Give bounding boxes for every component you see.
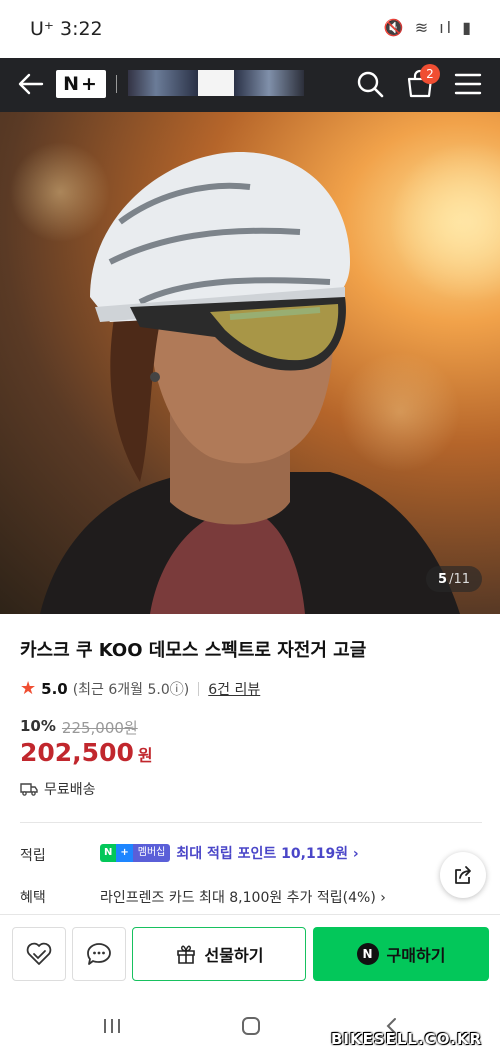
benefit-label: 혜택 [20,890,46,906]
review-link[interactable]: 6건 리뷰 [208,679,260,699]
rating-detail[interactable]: (최근 6개월 5.0ⓘ) [73,679,190,699]
pager-current: 5 [438,571,448,587]
rating-row: ★ 5.0 (최근 6개월 5.0ⓘ) 6건 리뷰 [20,678,260,699]
hamburger-menu-icon[interactable] [454,71,482,97]
cart-count-badge: 2 [420,64,440,84]
original-price: 225,000원 [61,719,138,737]
price-value: 202,500 [20,738,134,767]
pager-total: /11 [449,571,470,587]
badge-membership: 멤버십 [132,844,171,862]
watermark-text: BIKESELL.CO.KR [330,1030,482,1048]
share-icon [455,866,471,884]
nav-divider [116,75,117,93]
search-icon[interactable] [355,69,385,99]
gift-label: 선물하기 [204,946,264,965]
product-image[interactable] [0,112,500,614]
product-photo-illustration [10,142,500,614]
gift-icon [176,945,195,964]
shipping-label: 무료배송 [44,782,96,798]
product-title: 카스크 쿠 KOO 데모스 스펙트로 자전거 고글 [20,640,367,661]
image-pager: 5 /11 [426,566,482,592]
status-bar: U⁺ 3:22 🔇 ≋ ıl ▮ [0,0,500,58]
status-icons: 🔇 ≋ ıl ▮ [383,18,474,37]
chat-bubble-icon [87,943,111,965]
shipping-info: 무료배송 [20,779,96,799]
badge-n: N [100,844,117,862]
benefit-text[interactable]: 라인프렌즈 카드 최대 8,100원 추가 적립(4%) › [100,887,386,907]
wishlist-button[interactable] [12,927,66,981]
share-button[interactable] [440,852,486,898]
points-text[interactable]: 최대 적립 포인트 10,119원 › [176,843,358,863]
buy-label: 구매하기 [386,946,446,965]
rating-score: 5.0 [41,679,68,698]
recent-apps-icon[interactable] [102,1016,122,1036]
status-carrier-time: U⁺ 3:22 [30,18,103,40]
truck-icon [20,783,38,796]
naver-plus-logo[interactable]: N+ [56,70,106,98]
buy-button[interactable]: N 구매하기 [313,927,489,981]
points-label: 적립 [20,848,46,864]
badge-plus: + [116,844,133,862]
discount-row: 10% 225,000원 [20,717,138,738]
top-nav-bar: N+ 2 [0,58,500,112]
section-divider [20,822,482,823]
home-icon[interactable] [240,1015,262,1037]
discount-percent: 10% [20,717,56,735]
rating-separator [198,681,200,696]
store-banner-image[interactable] [128,70,304,96]
points-row[interactable]: N + 멤버십 최대 적립 포인트 10,119원 › [100,843,359,863]
price-unit: 원 [137,746,153,765]
back-arrow-icon[interactable] [16,69,46,99]
naver-pay-icon: N [356,943,379,965]
talk-button[interactable] [72,927,126,981]
sale-price: 202,500 원 [20,738,153,767]
star-icon: ★ [20,678,37,699]
gift-button[interactable]: 선물하기 [132,927,306,981]
heart-check-icon [26,942,52,965]
naver-membership-badge: N + 멤버십 [100,844,171,862]
